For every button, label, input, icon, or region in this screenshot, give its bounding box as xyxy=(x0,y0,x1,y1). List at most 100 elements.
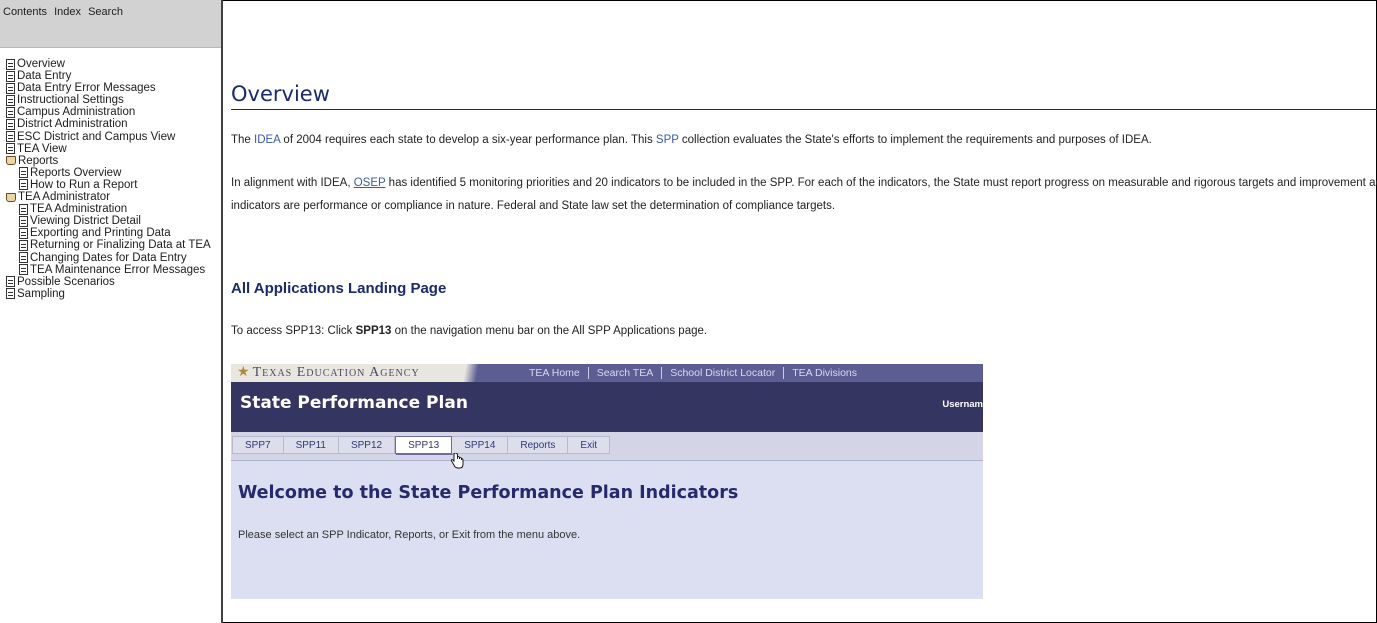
nav-tabs: Contents Index Search xyxy=(0,0,221,48)
toc-item[interactable]: Data Entry Error Messages xyxy=(6,82,211,94)
menu-spp14-button[interactable]: SPP14 xyxy=(452,436,509,454)
toc-item[interactable]: TEA Administrator xyxy=(6,191,211,203)
menu-spp11-button[interactable]: SPP11 xyxy=(283,436,339,454)
page-icon xyxy=(19,179,28,191)
agency-top-links: TEA Home Search TEA School District Locato… xyxy=(521,364,865,382)
access-instruction: To access SPP13: Click SPP13 on the navi… xyxy=(231,325,707,337)
username-label: Usernam xyxy=(942,399,983,410)
page-icon xyxy=(6,106,15,118)
page-icon xyxy=(19,252,28,264)
toc-item-label: TEA Maintenance Error Messages xyxy=(30,263,206,276)
page-icon xyxy=(6,143,15,155)
page-icon xyxy=(6,94,15,106)
toc-item-label: Reports xyxy=(18,154,59,167)
toc-item[interactable]: Instructional Settings xyxy=(6,94,211,106)
app-menu-bar: SPP7 SPP11 SPP12 SPP13 SPP14 Reports Exit xyxy=(231,432,983,461)
school-district-locator-link[interactable]: School District Locator xyxy=(662,367,785,379)
toc-item-label: Exporting and Printing Data xyxy=(30,227,171,240)
toc-item[interactable]: Campus Administration xyxy=(6,106,211,118)
spp-link[interactable]: SPP xyxy=(656,134,679,146)
toc-item[interactable]: Exporting and Printing Data xyxy=(6,227,211,239)
section-heading: All Applications Landing Page xyxy=(231,280,447,297)
toc-item-label: Instructional Settings xyxy=(17,94,124,107)
para-text: To access SPP13: Click xyxy=(231,325,356,337)
page-icon xyxy=(19,227,28,239)
search-tea-link[interactable]: Search TEA xyxy=(588,367,663,379)
para-text: In alignment with IDEA, xyxy=(231,177,354,189)
para-text: collection evaluates the State's efforts… xyxy=(678,134,1152,146)
toc-item-label: Viewing District Detail xyxy=(30,215,141,228)
page-icon xyxy=(6,276,15,288)
page-icon xyxy=(6,288,15,300)
page-icon xyxy=(6,131,15,143)
toc-item[interactable]: TEA Administration xyxy=(6,203,211,215)
para-text: on the navigation menu bar on the All SP… xyxy=(391,325,708,337)
toc-item[interactable]: Possible Scenarios xyxy=(6,276,211,288)
toc-item-label: Data Entry Error Messages xyxy=(17,82,156,95)
table-of-contents: Overview Data Entry Data Entry Error Messa… xyxy=(6,58,211,300)
alignment-paragraph-line2: indicators are performance or compliance… xyxy=(231,200,836,212)
toc-item-label: Sampling xyxy=(17,287,65,300)
app-header: State Performance Plan Usernam xyxy=(231,382,983,432)
agency-name: Texas Education Agency xyxy=(252,365,420,380)
toc-item-label: TEA Administrator xyxy=(18,191,111,204)
welcome-instruction: Please select an SPP Indicator, Reports,… xyxy=(238,529,581,541)
tab-contents[interactable]: Contents xyxy=(3,6,47,18)
tea-home-link[interactable]: TEA Home xyxy=(521,367,589,379)
agency-top-bar: ★ Texas Education Agency TEA Home Search T… xyxy=(231,364,983,382)
toc-item[interactable]: Data Entry xyxy=(6,70,211,82)
osep-link[interactable]: OSEP xyxy=(354,177,386,189)
toc-item-label: Campus Administration xyxy=(17,106,136,119)
para-text: of 2004 requires each state to develop a… xyxy=(280,134,656,146)
intro-paragraph: The IDEA of 2004 requires each state to … xyxy=(231,134,1152,146)
toc-item[interactable]: TEA View xyxy=(6,143,211,155)
toc-item[interactable]: TEA Maintenance Error Messages xyxy=(6,264,211,276)
page-icon xyxy=(6,70,15,82)
help-navigation-pane: Contents Index Search Overview Data Entry… xyxy=(0,0,223,623)
toc-item[interactable]: Viewing District Detail xyxy=(6,215,211,227)
para-text: has identified 5 monitoring priorities a… xyxy=(385,177,1377,189)
idea-link[interactable]: IDEA xyxy=(254,134,280,146)
para-text: The xyxy=(231,134,255,146)
toc-item-label: Overview xyxy=(17,58,65,70)
menu-spp13-button[interactable]: SPP13 xyxy=(395,436,453,454)
toc-item[interactable]: How to Run a Report xyxy=(6,179,211,191)
page-title: Overview xyxy=(231,82,330,106)
title-divider xyxy=(231,109,1377,110)
book-icon xyxy=(6,192,16,202)
menu-spp7-button[interactable]: SPP7 xyxy=(232,436,284,454)
agency-logo: ★ Texas Education Agency xyxy=(231,364,501,382)
hand-cursor-icon xyxy=(450,453,464,469)
spp13-emphasis: SPP13 xyxy=(355,325,392,337)
tea-divisions-link[interactable]: TEA Divisions xyxy=(784,367,865,379)
page-icon xyxy=(6,58,15,70)
toc-item-label: Returning or Finalizing Data at TEA xyxy=(30,239,211,252)
alignment-paragraph: In alignment with IDEA, OSEP has identif… xyxy=(231,177,1377,189)
toc-item[interactable]: District Administration xyxy=(6,118,211,130)
toc-item-label: ESC District and Campus View xyxy=(17,130,176,143)
toc-item[interactable]: Returning or Finalizing Data at TEA xyxy=(6,239,211,251)
page-icon xyxy=(19,203,28,215)
menu-reports-button[interactable]: Reports xyxy=(508,436,569,454)
page-icon xyxy=(19,239,28,251)
toc-item[interactable]: Sampling xyxy=(6,288,211,300)
page-icon xyxy=(6,82,15,94)
toc-item[interactable]: ESC District and Campus View xyxy=(6,131,211,143)
book-icon xyxy=(6,156,16,166)
page-icon xyxy=(19,264,28,276)
page-icon xyxy=(19,215,28,227)
menu-spp12-button[interactable]: SPP12 xyxy=(338,436,396,454)
tab-index[interactable]: Index xyxy=(54,6,81,18)
welcome-heading: Welcome to the State Performance Plan In… xyxy=(238,483,739,503)
toc-item-label: TEA Administration xyxy=(30,203,128,216)
toc-item-label: Changing Dates for Data Entry xyxy=(30,251,187,264)
toc-item-label: Data Entry xyxy=(17,70,72,83)
app-title: State Performance Plan xyxy=(240,393,468,413)
toc-item[interactable]: Changing Dates for Data Entry xyxy=(6,252,211,264)
tab-search[interactable]: Search xyxy=(88,6,123,18)
toc-item[interactable]: Reports Overview xyxy=(6,167,211,179)
menu-exit-button[interactable]: Exit xyxy=(568,436,611,454)
toc-item[interactable]: Overview xyxy=(6,58,211,70)
toc-item[interactable]: Reports xyxy=(6,155,211,167)
toc-item-label: Reports Overview xyxy=(30,166,122,179)
